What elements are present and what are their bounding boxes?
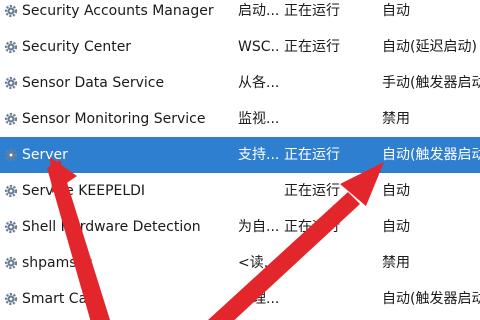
- services-window: Security Accounts Manager 启动... 正在运行 自动 Secu…: [0, 0, 480, 320]
- service-row[interactable]: Service KEEPELDI 正在运行 自动: [0, 173, 480, 209]
- gear-icon: [4, 4, 18, 18]
- gear-icon: [4, 148, 18, 162]
- gear-icon: [4, 256, 18, 270]
- service-startup-type: 自动: [382, 219, 410, 235]
- service-startup-type: 禁用: [382, 111, 410, 127]
- gear-icon: [4, 220, 18, 234]
- service-status: 正在运行: [284, 183, 340, 199]
- service-description: 监视...: [238, 111, 278, 127]
- service-row[interactable]: Sensor Data Service 从各... 手动(触发器启动): [0, 65, 480, 101]
- service-description: <读...: [238, 255, 278, 271]
- service-name: Security Center: [22, 39, 132, 55]
- service-row[interactable]: shpamsvc <读... 禁用: [0, 245, 480, 281]
- service-description: [238, 173, 278, 209]
- gear-icon: [4, 40, 18, 54]
- service-row[interactable]: Security Center WSC... 正在运行 自动(延迟启动): [0, 29, 480, 65]
- service-description: 启动...: [238, 3, 278, 19]
- service-name: Sensor Monitoring Service: [22, 111, 206, 127]
- gear-icon: [4, 76, 18, 90]
- service-name: Smart Card: [22, 291, 102, 307]
- service-description: WSC...: [238, 39, 278, 55]
- service-name: Service KEEPELDI: [22, 183, 146, 199]
- service-status: 正在运行: [284, 39, 340, 55]
- service-description: 管理...: [238, 291, 278, 307]
- service-name: Security Accounts Manager: [22, 3, 214, 19]
- service-startup-type: 自动(触发器启动): [382, 291, 480, 307]
- service-row[interactable]: Smart Card 管理... 自动(触发器启动): [0, 281, 480, 317]
- service-description: 从各...: [238, 75, 278, 91]
- service-startup-type: 禁用: [382, 255, 410, 271]
- service-description: 支持...: [238, 147, 278, 163]
- service-description: 为自...: [238, 219, 278, 235]
- service-name: Sensor Data Service: [22, 75, 165, 91]
- service-status: [284, 281, 376, 317]
- service-name: shpamsvc: [22, 255, 93, 271]
- service-status: [284, 101, 376, 137]
- service-startup-type: 自动(延迟启动): [382, 39, 477, 55]
- service-startup-type: 自动: [382, 3, 410, 19]
- service-startup-type: 自动: [382, 183, 410, 199]
- service-status: 正在运行: [284, 147, 340, 163]
- gear-icon: [4, 184, 18, 198]
- service-startup-type: 自动(触发器启动): [382, 147, 480, 163]
- service-status: [284, 65, 376, 101]
- gear-icon: [4, 112, 18, 126]
- service-name: Shell Hardware Detection: [22, 219, 201, 235]
- service-row[interactable]: Security Accounts Manager 启动... 正在运行 自动: [0, 0, 480, 29]
- service-status: 正在运行: [284, 219, 340, 235]
- service-startup-type: 手动(触发器启动): [382, 75, 480, 91]
- service-row[interactable]: Sensor Monitoring Service 监视... 禁用: [0, 101, 480, 137]
- service-status: [284, 245, 376, 281]
- service-name: Server: [22, 147, 68, 163]
- gear-icon: [4, 292, 18, 306]
- service-row[interactable]: Shell Hardware Detection 为自... 正在运行 自动: [0, 209, 480, 245]
- service-row[interactable]: Server 支持... 正在运行 自动(触发器启动): [0, 137, 480, 173]
- service-status: 正在运行: [284, 3, 340, 19]
